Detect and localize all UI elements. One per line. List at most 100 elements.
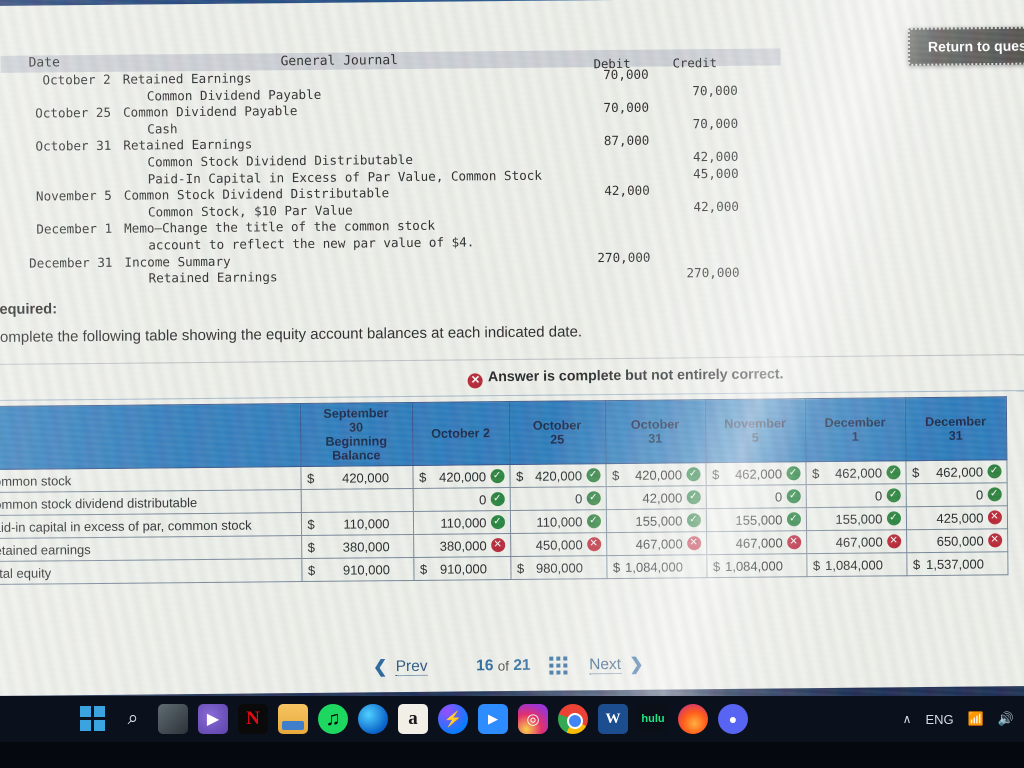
equity-cell[interactable]: $380,000	[301, 534, 414, 559]
equity-cell[interactable]: $462,000 ✓	[905, 459, 1007, 484]
equity-cell[interactable]: 0 ✓	[509, 486, 606, 511]
currency-symbol: $	[711, 466, 720, 482]
zoom-icon[interactable]: ▶	[478, 704, 508, 734]
correct-check-icon: ✓	[586, 514, 601, 529]
equity-cell[interactable]: 0 ✓	[705, 484, 806, 509]
equity-table-body: Common stock $420,000 $420,000 ✓ $420,000 ✓ $4…	[0, 459, 1008, 585]
equity-col-header-oct25: October 25	[508, 400, 606, 465]
next-button[interactable]: Next	[589, 655, 622, 675]
windows-start-icon[interactable]	[78, 704, 108, 734]
equity-col-header-nov5: November 5	[704, 398, 806, 463]
journal-row-credit: 70,000	[692, 82, 738, 98]
equity-cell[interactable]: 155,000 ✓	[805, 506, 907, 531]
amazon-icon[interactable]: a	[398, 704, 428, 734]
wifi-icon[interactable]: 📶	[968, 711, 984, 727]
equity-cell[interactable]: 0 ✓	[805, 483, 906, 508]
equity-cell[interactable]: 0 ✓	[905, 482, 1007, 507]
equity-col-header-oct2: October 2	[411, 401, 510, 466]
equity-cell[interactable]: $420,000 ✓	[605, 462, 706, 487]
taskbar-icon-strip: ⌕ ▶ N ♫ a ⚡ ▶ ◎ Whulu ●	[0, 704, 748, 734]
microsoft-word-icon[interactable]: W	[598, 704, 628, 734]
equity-cell-value: 110,000	[536, 513, 583, 530]
equity-cell[interactable]: 155,000 ✓	[605, 508, 707, 533]
journal-row-date	[3, 271, 113, 272]
equity-cell[interactable]: 110,000 ✓	[509, 509, 607, 534]
equity-cell[interactable]: 425,000 ✕	[905, 505, 1008, 530]
equity-cell[interactable]: 467,000 ✕	[606, 531, 707, 556]
incorrect-x-icon: ✕	[686, 536, 701, 551]
return-to-question-button[interactable]: Return to question	[907, 26, 1024, 66]
correct-check-icon: ✓	[786, 489, 801, 504]
task-view-icon[interactable]	[158, 704, 188, 734]
equity-table-header-row: September 30 Beginning Balance October 2 Oc…	[0, 396, 1007, 470]
current-page-number: 16	[476, 657, 494, 675]
equity-cell[interactable]: 0 ✓	[412, 487, 510, 512]
journal-row-credit	[647, 232, 739, 233]
journal-row-debit	[561, 83, 649, 84]
equity-cell[interactable]: $910,000	[413, 556, 511, 581]
incorrect-x-icon: ✕	[490, 538, 505, 553]
equity-cell[interactable]: 467,000 ✕	[806, 529, 907, 554]
equity-cell-value: 380,000	[439, 537, 487, 554]
equity-cell-value: 1,084,000	[724, 557, 783, 574]
equity-cell[interactable]: $110,000	[300, 511, 414, 536]
instagram-icon[interactable]: ◎	[518, 704, 548, 734]
journal-row-credit: 70,000	[692, 115, 739, 132]
journal-row-date	[2, 238, 112, 239]
journal-row-date	[1, 155, 111, 156]
currency-symbol: $	[811, 465, 820, 481]
chevron-left-icon[interactable]: ❮	[373, 657, 387, 676]
hulu-icon[interactable]: hulu	[638, 704, 668, 734]
discord-icon[interactable]: ●	[718, 704, 748, 734]
journal-row-debit	[562, 233, 650, 234]
correct-check-icon: ✓	[987, 487, 1002, 502]
netflix-icon[interactable]: N	[238, 704, 268, 734]
tray-chevron-up-icon[interactable]: ∧	[903, 712, 912, 726]
equity-cell[interactable]: 110,000 ✓	[412, 510, 511, 535]
journal-row-account: Retained Earnings	[123, 136, 253, 154]
google-chrome-icon[interactable]	[558, 704, 588, 734]
file-explorer-icon[interactable]	[278, 704, 308, 734]
correct-check-icon: ✓	[785, 466, 801, 481]
correct-check-icon: ✓	[490, 492, 505, 507]
teams-icon[interactable]: ▶	[198, 704, 228, 734]
equity-cell[interactable]: $420,000 ✓	[412, 464, 510, 489]
equity-cell[interactable]: $462,000 ✓	[805, 460, 906, 485]
equity-cell[interactable]: $420,000 ✓	[509, 463, 606, 488]
equity-cell[interactable]: $1,084,000	[606, 554, 707, 579]
equity-cell[interactable]: $420,000	[300, 465, 413, 490]
equity-cell[interactable]: $980,000	[510, 555, 607, 580]
equity-cell[interactable]: 380,000 ✕	[413, 533, 511, 558]
equity-table-label-header	[0, 403, 301, 470]
equity-row-label: Paid-in capital in excess of par, common…	[0, 512, 302, 539]
equity-cell[interactable]: $1,084,000	[706, 553, 807, 578]
volume-icon[interactable]: 🔊	[998, 711, 1014, 727]
answer-status-banner: ✕ Answer is complete but not entirely cor…	[0, 366, 784, 393]
equity-row-label: Common stock dividend distributable	[0, 489, 301, 516]
currency-symbol: $	[612, 559, 621, 575]
journal-row-account: Common Dividend Payable	[146, 86, 322, 104]
equity-cell[interactable]	[300, 488, 413, 513]
messenger-icon[interactable]: ⚡	[438, 704, 468, 734]
equity-cell[interactable]: 467,000 ✕	[706, 530, 807, 555]
equity-cell[interactable]: 450,000 ✕	[510, 532, 607, 557]
spotify-icon[interactable]: ♫	[318, 704, 348, 734]
equity-cell[interactable]: 42,000 ✓	[605, 485, 706, 510]
equity-cell[interactable]: $1,084,000	[806, 552, 907, 577]
journal-row-debit: 70,000	[603, 99, 650, 116]
equity-cell[interactable]: $910,000	[301, 557, 414, 582]
equity-cell[interactable]: $1,537,000	[906, 551, 1008, 576]
prev-button[interactable]: Prev	[395, 657, 428, 677]
microsoft-edge-icon[interactable]	[358, 704, 388, 734]
search-icon[interactable]: ⌕	[118, 704, 148, 734]
language-indicator[interactable]: ENG	[925, 712, 953, 727]
equity-cell[interactable]: 650,000 ✕	[906, 528, 1008, 553]
chevron-right-icon[interactable]: ❯	[629, 655, 643, 674]
journal-row-credit	[647, 215, 739, 216]
equity-cell[interactable]: $462,000 ✓	[705, 461, 806, 486]
journal-row-date	[2, 205, 112, 206]
journal-row-account: Common Dividend Payable	[122, 103, 298, 120]
grid-icon[interactable]	[548, 656, 567, 675]
firefox-icon[interactable]	[678, 704, 708, 734]
equity-cell[interactable]: 155,000 ✓	[705, 507, 807, 532]
